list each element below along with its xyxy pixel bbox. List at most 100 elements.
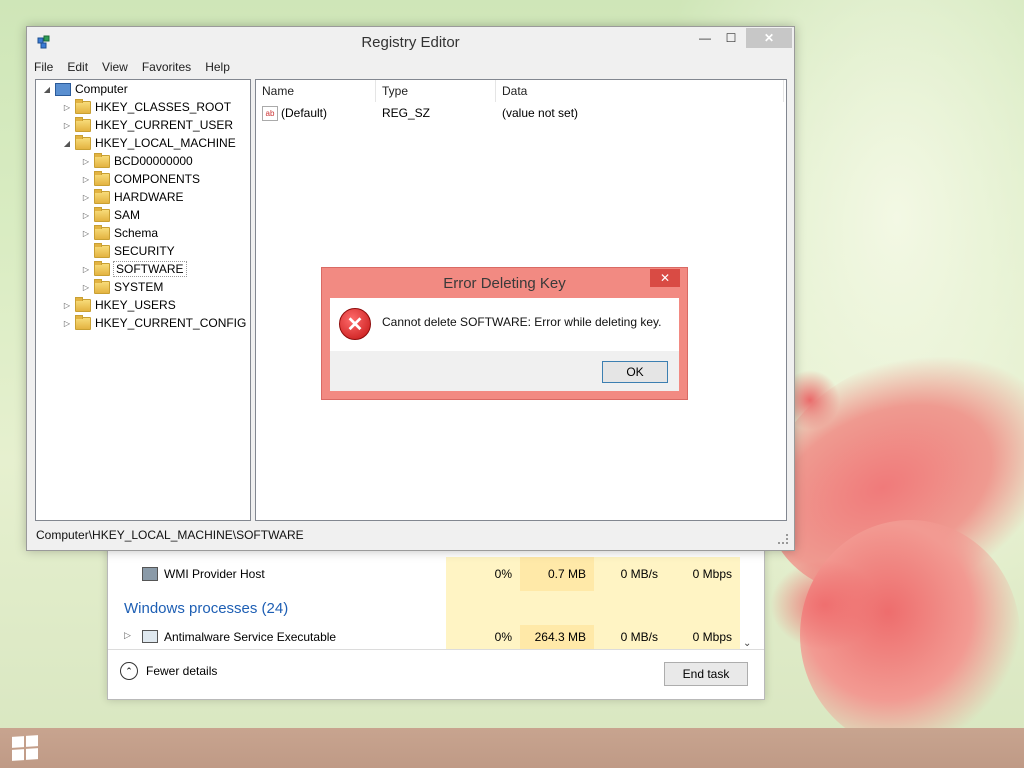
expand-icon[interactable]: ▷	[62, 301, 72, 310]
collapse-icon[interactable]: ◢	[42, 85, 52, 94]
expand-icon[interactable]: ▷	[81, 193, 91, 202]
tree-item-label-selected: SOFTWARE	[113, 261, 187, 277]
tree-item-hkcu[interactable]: ▷ HKEY_CURRENT_USER	[62, 116, 233, 134]
dialog-close-button[interactable]: ✕	[650, 269, 680, 287]
dialog-body: ✕ Cannot delete SOFTWARE: Error while de…	[330, 298, 679, 391]
tree-item-label: COMPONENTS	[114, 172, 201, 186]
start-pane	[26, 735, 38, 747]
menu-edit[interactable]: Edit	[60, 57, 95, 77]
value-type: REG_SZ	[382, 106, 431, 120]
menu-file[interactable]: File	[27, 57, 60, 77]
fewer-details-button[interactable]: ⌃ Fewer details	[120, 662, 217, 680]
tree-item-label: SECURITY	[114, 244, 175, 258]
minimize-button[interactable]: —	[692, 28, 718, 48]
task-manager-window: WMI Provider Host 0% 0.7 MB 0 MB/s 0 Mbp…	[107, 540, 765, 700]
chevron-up-icon: ⌃	[120, 662, 138, 680]
tree-item-hardware[interactable]: ▷ HARDWARE	[81, 188, 184, 206]
column-header-data[interactable]: Data	[496, 80, 784, 102]
expand-icon[interactable]: ▷	[62, 121, 72, 130]
expand-icon[interactable]: ▷	[124, 630, 131, 641]
value-row[interactable]: ab (Default) REG_SZ (value not set)	[262, 104, 782, 122]
folder-icon	[94, 278, 110, 294]
window-title: Registry Editor	[361, 34, 460, 51]
cpu-value: 0%	[446, 625, 520, 649]
fewer-details-label: Fewer details	[146, 664, 218, 678]
folder-icon	[94, 152, 110, 168]
tree-item-bcd[interactable]: ▷ BCD00000000	[81, 152, 193, 170]
error-dialog: Error Deleting Key ✕ ✕ Cannot delete SOF…	[321, 267, 688, 400]
folder-icon	[94, 206, 110, 222]
process-row[interactable]: WMI Provider Host 0% 0.7 MB 0 MB/s 0 Mbp…	[108, 557, 740, 591]
tree-item-schema[interactable]: ▷ Schema	[81, 224, 158, 242]
expand-icon[interactable]: ▷	[81, 175, 91, 184]
error-message: Cannot delete SOFTWARE: Error while dele…	[382, 315, 662, 329]
resize-grip[interactable]	[778, 534, 788, 544]
process-name: Antimalware Service Executable	[164, 630, 337, 644]
process-icon	[142, 630, 158, 643]
column-header-type[interactable]: Type	[376, 80, 496, 102]
disk-cell	[594, 591, 666, 625]
tree-item-computer[interactable]: ◢ Computer	[42, 80, 128, 98]
task-manager-footer: ⌃ Fewer details End task	[108, 649, 764, 700]
start-pane	[12, 736, 24, 748]
expand-icon[interactable]: ▷	[81, 229, 91, 238]
value-data: (value not set)	[502, 106, 579, 120]
memory-value: 0.7 MB	[520, 557, 594, 591]
process-name: WMI Provider Host	[164, 567, 265, 581]
taskbar	[0, 728, 1024, 768]
tree-item-sam[interactable]: ▷ SAM	[81, 206, 140, 224]
menu-help[interactable]: Help	[198, 57, 237, 77]
expand-icon[interactable]: ▷	[81, 265, 91, 274]
folder-icon	[94, 260, 110, 276]
process-icon	[142, 567, 158, 581]
folder-icon	[94, 170, 110, 186]
tree-item-label: HKEY_CURRENT_USER	[95, 118, 234, 132]
title-bar[interactable]: Registry Editor — ☐ ✕	[27, 27, 794, 57]
tree-item-label: Computer	[75, 82, 128, 96]
end-task-button[interactable]: End task	[664, 662, 748, 686]
tree-item-label: HKEY_USERS	[95, 298, 176, 312]
cpu-value: 0%	[446, 557, 520, 591]
tree-item-hklm[interactable]: ◢ HKEY_LOCAL_MACHINE	[62, 134, 236, 152]
maximize-button[interactable]: ☐	[718, 28, 744, 48]
column-header-name[interactable]: Name	[256, 80, 376, 102]
close-button[interactable]: ✕	[746, 28, 792, 48]
expand-icon[interactable]: ▷	[81, 157, 91, 166]
error-icon: ✕	[339, 308, 371, 340]
collapse-icon[interactable]: ◢	[62, 139, 72, 148]
expand-icon[interactable]: ▷	[81, 283, 91, 292]
group-label: Windows processes (24)	[124, 599, 289, 617]
menu-view[interactable]: View	[95, 57, 135, 77]
folder-icon	[94, 188, 110, 204]
network-value: 0 Mbps	[666, 557, 740, 591]
folder-icon	[75, 296, 91, 312]
memory-cell	[520, 591, 594, 625]
folder-icon	[75, 134, 91, 150]
start-pane	[26, 748, 38, 760]
windows-start-icon[interactable]	[12, 735, 38, 761]
dialog-title: Error Deleting Key	[443, 275, 566, 292]
expand-icon[interactable]: ▷	[62, 319, 72, 328]
tree-item-hkcc[interactable]: ▷ HKEY_CURRENT_CONFIG	[62, 314, 246, 332]
tree-item-label: Schema	[114, 226, 159, 240]
tree-item-hkcr[interactable]: ▷ HKEY_CLASSES_ROOT	[62, 98, 231, 116]
tree-item-components[interactable]: ▷ COMPONENTS	[81, 170, 200, 188]
folder-icon	[94, 224, 110, 240]
status-bar: Computer\HKEY_LOCAL_MACHINE\SOFTWARE	[36, 528, 304, 542]
scrollbar[interactable]: ⌄	[740, 541, 756, 649]
tree-item-security[interactable]: SECURITY	[81, 242, 175, 260]
scroll-down-icon[interactable]: ⌄	[743, 638, 751, 649]
group-header-row: Windows processes (24)	[108, 591, 740, 625]
process-row[interactable]: ▷ Antimalware Service Executable 0% 264.…	[108, 625, 740, 649]
tree-item-label: SYSTEM	[114, 280, 164, 294]
tree-item-label: HARDWARE	[114, 190, 184, 204]
tree-item-hku[interactable]: ▷ HKEY_USERS	[62, 296, 176, 314]
expand-icon[interactable]: ▷	[62, 103, 72, 112]
tree-item-system[interactable]: ▷ SYSTEM	[81, 278, 163, 296]
tree-item-software[interactable]: ▷ SOFTWARE	[81, 260, 187, 278]
folder-icon	[75, 116, 91, 132]
tree-item-label: HKEY_LOCAL_MACHINE	[95, 136, 236, 150]
expand-icon[interactable]: ▷	[81, 211, 91, 220]
menu-favorites[interactable]: Favorites	[135, 57, 198, 77]
ok-button[interactable]: OK	[602, 361, 668, 383]
